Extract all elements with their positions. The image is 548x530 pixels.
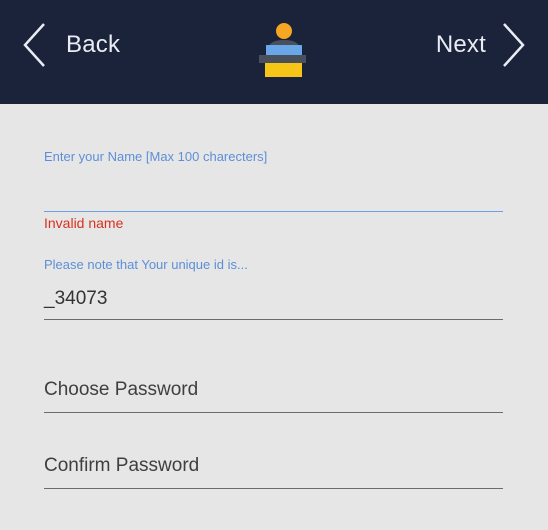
choose-password-underline <box>44 412 503 413</box>
confirm-password-underline <box>44 488 503 489</box>
unique-id-value: _34073 <box>44 288 108 309</box>
unique-id-underline <box>44 319 503 320</box>
name-input[interactable] <box>44 180 503 208</box>
back-label: Back <box>66 31 121 58</box>
next-label: Next <box>435 31 486 58</box>
unique-id-caption: Please note that Your unique id is... <box>44 257 248 272</box>
top-app-bar: Back Next <box>0 0 548 104</box>
confirm-password-input[interactable] <box>44 452 503 480</box>
name-input-underline <box>44 211 503 212</box>
user-at-laptop-icon <box>259 23 306 77</box>
name-field-caption: Enter your Name [Max 100 charecters] <box>44 149 268 164</box>
chevron-right-icon <box>503 23 525 67</box>
name-error-message: Invalid name <box>44 215 124 231</box>
next-button[interactable]: Next <box>436 22 526 68</box>
back-button[interactable]: Back <box>22 22 120 68</box>
chevron-left-icon <box>23 23 45 67</box>
choose-password-input[interactable] <box>44 376 503 404</box>
